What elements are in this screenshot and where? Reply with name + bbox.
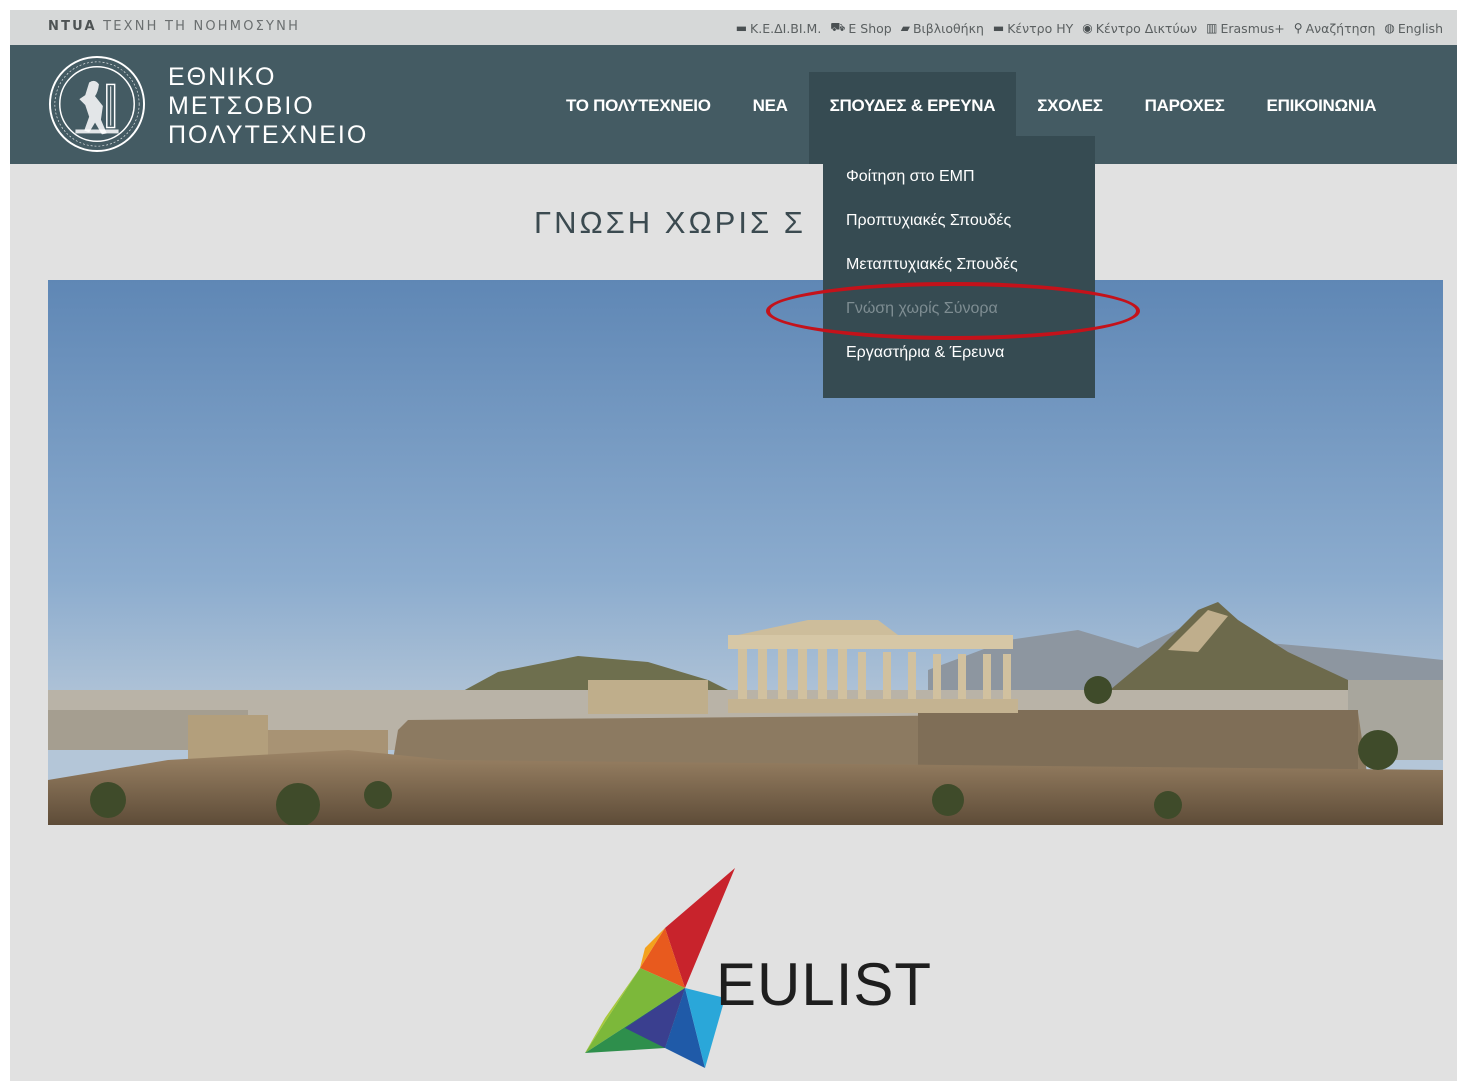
utility-link-computing-center[interactable]: ▬ Κέντρο ΗΥ [993,20,1073,36]
utility-link-eshop[interactable]: ⛟ E Shop [830,20,891,36]
book-icon: ▰ [900,21,910,35]
hero-acropolis-image [48,280,1443,825]
university-name-line: ΕΘΝΙΚΟ [168,63,277,91]
cart-icon: ⛟ [830,20,846,34]
dropdown-item-postgraduate[interactable]: Μεταπτυχιακές Σπουδές [846,256,1018,274]
search-icon: ⚲ [1293,21,1303,35]
utility-link-english[interactable]: ◍ English [1384,20,1443,36]
university-seal-logo[interactable] [48,55,146,153]
institution-icon: ▥ [1206,21,1218,35]
utility-link-label: E Shop [848,20,892,36]
section-title: ΓΝΩΣΗ ΧΩΡΙΣ Σ [534,205,806,240]
dropdown-item-knowledge-without-borders[interactable]: Γνώση χωρίς Σύνορα [846,300,998,318]
utility-link-network-center[interactable]: ◉ Κέντρο Δικτύων [1082,20,1197,36]
dropdown-item-labs-research[interactable]: Εργαστήρια & Έρευνα [846,344,1004,362]
tagline-ntua: NTUA [48,19,97,34]
nav-item-news[interactable]: ΝΕΑ [732,72,809,164]
flag-icon: ▬ [735,21,748,35]
studies-dropdown-menu: Φοίτηση στο ΕΜΠ Προπτυχιακές Σπουδές Μετ… [823,136,1095,398]
tagline-motto: ΤΕΧΝΗ ΤΗ ΝΟΗΜΟΣΥΝΗ [96,19,301,34]
utility-link-erasmus[interactable]: ▥ Erasmus+ [1206,20,1285,36]
utility-link-kedivim[interactable]: ▬ Κ.Ε.ΔΙ.ΒΙ.Μ. [736,20,822,36]
utility-link-label: Αναζήτηση [1305,20,1376,36]
globe-icon: ◍ [1384,21,1395,35]
nav-item-services[interactable]: ΠΑΡΟΧΕΣ [1124,72,1246,164]
utility-bar: NTUA ΤΕΧΝΗ ΤΗ ΝΟΗΜΟΣΥΝΗ ▬ Κ.Ε.ΔΙ.ΒΙ.Μ. ⛟ E… [10,10,1457,45]
utility-link-label: Κέντρο Δικτύων [1095,20,1198,36]
flag-icon: ▬ [992,21,1005,35]
eulist-logo-mark[interactable] [565,868,735,1068]
network-icon: ◉ [1082,21,1093,35]
site-header: ΕΘΝΙΚΟ ΜΕΤΣΟΒΙΟ ΠΟΛΥΤΕΧΝΕΙΟ ΤΟ ΠΟΛΥΤΕΧΝΕ… [10,45,1457,164]
page: NTUA ΤΕΧΝΗ ΤΗ ΝΟΗΜΟΣΥΝΗ ▬ Κ.Ε.ΔΙ.ΒΙ.Μ. ⛟ E… [10,10,1457,1081]
utility-link-library[interactable]: ▰ Βιβλιοθήκη [901,20,984,36]
university-name-line: ΜΕΤΣΟΒΙΟ [168,92,315,120]
nav-item-contact[interactable]: ΕΠΙΚΟΙΝΩΝΙΑ [1246,72,1398,164]
utility-links: ▬ Κ.Ε.ΔΙ.ΒΙ.Μ. ⛟ E Shop ▰ Βιβλιοθήκη ▬ Κέντρ… [736,20,1443,36]
utility-link-search[interactable]: ⚲ Αναζήτηση [1294,20,1376,36]
dropdown-item-undergraduate[interactable]: Προπτυχιακές Σπουδές [846,212,1011,230]
dropdown-item-attendance[interactable]: Φοίτηση στο ΕΜΠ [846,168,975,186]
utility-link-label: Κέντρο ΗΥ [1007,20,1074,36]
site-tagline: NTUA ΤΕΧΝΗ ΤΗ ΝΟΗΜΟΣΥΝΗ [48,19,300,34]
utility-link-label: English [1397,20,1443,36]
eulist-wordmark: EULIST [716,951,933,1018]
utility-link-label: Βιβλιοθήκη [912,20,984,36]
utility-link-label: Erasmus+ [1220,20,1285,36]
nav-item-polytechnic[interactable]: ΤΟ ΠΟΛΥΤΕΧΝΕΙΟ [545,72,732,164]
utility-link-label: Κ.Ε.ΔΙ.ΒΙ.Μ. [750,20,822,36]
university-name-line: ΠΟΛΥΤΕΧΝΕΙΟ [168,121,369,149]
university-name[interactable]: ΕΘΝΙΚΟ ΜΕΤΣΟΒΙΟ ΠΟΛΥΤΕΧΝΕΙΟ [168,63,368,150]
